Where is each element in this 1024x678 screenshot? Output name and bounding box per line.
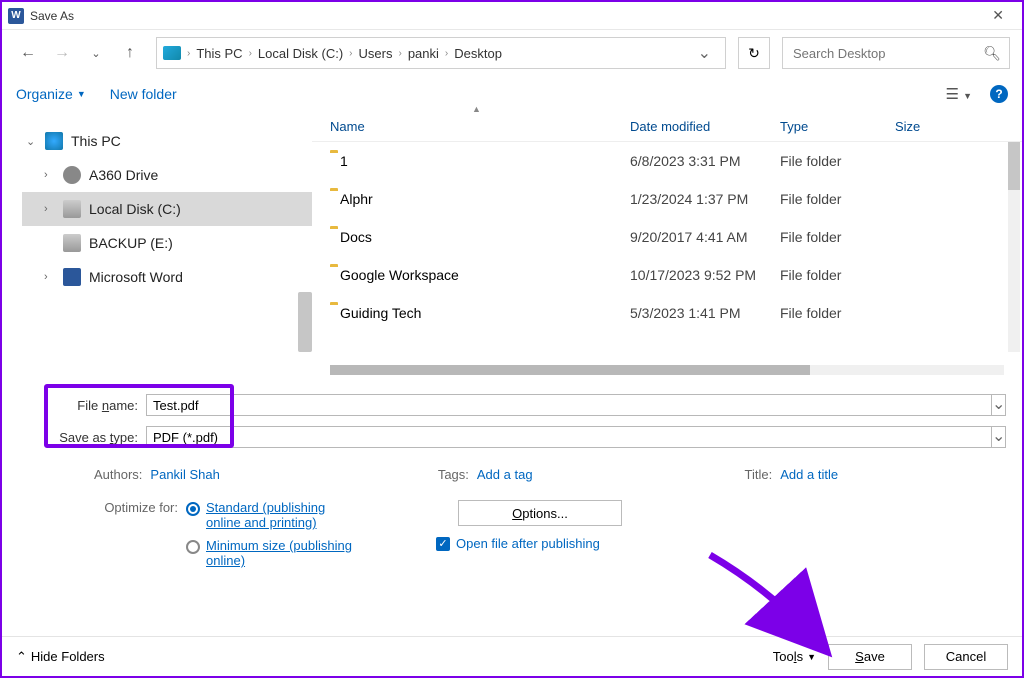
- file-row[interactable]: Google Workspace10/17/2023 9:52 PMFile f…: [312, 256, 1022, 294]
- cloud-icon: [63, 166, 81, 184]
- title-bar: W Save As ✕: [2, 2, 1022, 30]
- close-button[interactable]: ✕: [980, 7, 1016, 24]
- tree-word[interactable]: › Microsoft Word: [22, 260, 312, 294]
- file-scrollbar-h[interactable]: [330, 365, 1004, 375]
- filename-dropdown-icon[interactable]: ⌄: [992, 394, 1006, 416]
- organize-button[interactable]: Organize ▼: [16, 86, 86, 102]
- address-bar[interactable]: › This PC › Local Disk (C:) › Users › pa…: [156, 37, 726, 69]
- savetype-label: Save as type:: [18, 430, 146, 445]
- chevron-right-icon[interactable]: ›: [249, 48, 252, 59]
- col-type[interactable]: Type: [780, 119, 895, 134]
- toolbar: Organize ▼ New folder ☰ ▼ ?: [2, 76, 1022, 112]
- column-headers: Name Date modified Type Size: [312, 112, 1022, 142]
- help-icon[interactable]: ?: [990, 85, 1008, 103]
- back-button[interactable]: ←: [14, 39, 42, 67]
- authors-label: Authors:: [94, 467, 142, 482]
- file-row[interactable]: Docs9/20/2017 4:41 AMFile folder: [312, 218, 1022, 256]
- col-date[interactable]: Date modified: [630, 119, 780, 134]
- word-app-icon: W: [8, 8, 24, 24]
- file-scrollbar-v[interactable]: [1008, 142, 1020, 352]
- tree-backup[interactable]: BACKUP (E:): [22, 226, 312, 260]
- col-size[interactable]: Size: [895, 119, 1022, 134]
- word-icon: [63, 268, 81, 286]
- save-form: File name: ⌄ Save as type: ⌄ Authors: Pan…: [2, 377, 1022, 576]
- title-value[interactable]: Add a title: [780, 467, 838, 482]
- tree-scrollbar[interactable]: [298, 292, 312, 352]
- folder-tree: ⌄ This PC › A360 Drive › Local Disk (C:)…: [2, 112, 312, 377]
- savetype-select[interactable]: [146, 426, 992, 448]
- tree-a360[interactable]: › A360 Drive: [22, 158, 312, 192]
- main-panel: ⌄ This PC › A360 Drive › Local Disk (C:)…: [2, 112, 1022, 377]
- checkbox-checked-icon[interactable]: ✓: [436, 537, 450, 551]
- save-button[interactable]: Save: [828, 644, 912, 670]
- optimize-standard-radio[interactable]: Standard (publishing online and printing…: [186, 500, 356, 530]
- refresh-button[interactable]: ↻: [738, 37, 770, 69]
- radio-on-icon[interactable]: [186, 502, 200, 516]
- chevron-right-icon[interactable]: ›: [349, 48, 352, 59]
- open-after-checkbox[interactable]: ✓ Open file after publishing: [436, 536, 622, 551]
- expand-icon[interactable]: ›: [44, 271, 55, 283]
- crumb-desktop[interactable]: Desktop: [450, 46, 506, 61]
- savetype-dropdown-icon[interactable]: ⌄: [992, 426, 1006, 448]
- tags-value[interactable]: Add a tag: [477, 467, 533, 482]
- pc-icon: [45, 132, 63, 150]
- view-options-icon[interactable]: ☰ ▼: [945, 85, 972, 103]
- authors-value[interactable]: Pankil Shah: [150, 467, 219, 482]
- collapse-icon[interactable]: ⌄: [26, 135, 37, 148]
- chevron-up-icon: ⌃: [16, 649, 27, 665]
- search-input[interactable]: [791, 45, 983, 62]
- file-row[interactable]: 16/8/2023 3:31 PMFile folder: [312, 142, 1022, 180]
- crumb-users[interactable]: Users: [355, 46, 397, 61]
- options-button[interactable]: Options...: [458, 500, 622, 526]
- recent-dropdown-icon[interactable]: ⌄: [82, 39, 110, 67]
- file-row[interactable]: Alphr1/23/2024 1:37 PMFile folder: [312, 180, 1022, 218]
- optimize-minimum-radio[interactable]: Minimum size (publishing online): [186, 538, 356, 568]
- crumb-panki[interactable]: panki: [404, 46, 443, 61]
- new-folder-button[interactable]: New folder: [110, 86, 177, 102]
- chevron-right-icon[interactable]: ›: [398, 48, 401, 59]
- up-button[interactable]: ↑: [116, 39, 144, 67]
- expand-icon[interactable]: ›: [44, 169, 55, 181]
- crumb-local-disk[interactable]: Local Disk (C:): [254, 46, 347, 61]
- file-list: ▲ Name Date modified Type Size 16/8/2023…: [312, 112, 1022, 377]
- filename-input[interactable]: [146, 394, 992, 416]
- chevron-right-icon[interactable]: ›: [445, 48, 448, 59]
- window-title: Save As: [30, 9, 74, 23]
- radio-off-icon[interactable]: [186, 540, 200, 554]
- crumb-this-pc[interactable]: This PC: [192, 46, 246, 61]
- tree-local-disk[interactable]: › Local Disk (C:): [22, 192, 312, 226]
- tags-label: Tags:: [438, 467, 469, 482]
- filename-label: File name:: [18, 398, 146, 413]
- footer: ⌃ Hide Folders Tools ▼ Save Cancel: [2, 636, 1022, 676]
- search-icon[interactable]: 🔍︎: [983, 45, 1001, 62]
- hide-folders-button[interactable]: ⌃ Hide Folders: [16, 649, 105, 665]
- sort-asc-icon: ▲: [472, 104, 481, 114]
- tree-this-pc[interactable]: ⌄ This PC: [22, 124, 312, 158]
- title-label: Title:: [745, 467, 773, 482]
- monitor-icon: [163, 46, 181, 60]
- disk-icon: [63, 234, 81, 252]
- disk-icon: [63, 200, 81, 218]
- col-name[interactable]: Name: [330, 119, 630, 134]
- address-dropdown-icon[interactable]: ⌄: [690, 43, 719, 63]
- file-row[interactable]: Guiding Tech5/3/2023 1:41 PMFile folder: [312, 294, 1022, 332]
- cancel-button[interactable]: Cancel: [924, 644, 1008, 670]
- forward-button[interactable]: →: [48, 39, 76, 67]
- expand-icon[interactable]: ›: [44, 203, 55, 215]
- chevron-down-icon: ▼: [807, 652, 816, 662]
- nav-bar: ← → ⌄ ↑ › This PC › Local Disk (C:) › Us…: [2, 30, 1022, 76]
- chevron-right-icon[interactable]: ›: [187, 48, 190, 59]
- tools-dropdown[interactable]: Tools ▼: [773, 649, 816, 664]
- optimize-label: Optimize for:: [18, 500, 186, 576]
- search-box[interactable]: 🔍︎: [782, 37, 1010, 69]
